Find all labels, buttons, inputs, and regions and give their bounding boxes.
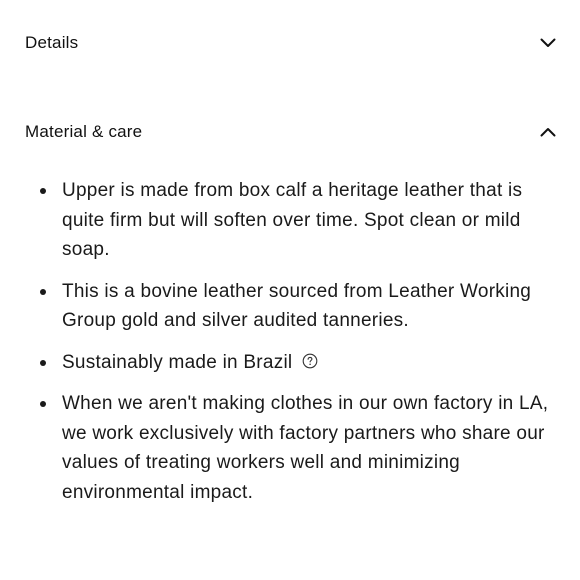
help-circle-icon[interactable] [302, 353, 318, 369]
bullet-icon [40, 359, 46, 366]
list-item-text: This is a bovine leather sourced from Le… [62, 280, 532, 332]
list-item: Upper is made from box calf a heritage l… [0, 176, 580, 265]
bullet-icon [40, 401, 46, 407]
material-care-accordion-header[interactable]: Material & care [25, 116, 557, 148]
bullet-icon [40, 188, 46, 194]
list-item-text: Upper is made from box calf a heritage l… [62, 180, 523, 260]
list-item: This is a bovine leather sourced from Le… [0, 277, 580, 336]
details-accordion-header[interactable]: Details [25, 27, 557, 59]
material-care-content: Upper is made from box calf a heritage l… [0, 176, 580, 507]
bullet-icon [40, 288, 46, 295]
chevron-down-icon[interactable] [539, 34, 557, 52]
list-item: When we aren't making clothes in our own… [0, 389, 580, 507]
material-care-title: Material & care [25, 122, 143, 141]
material-care-list: Upper is made from box calf a heritage l… [0, 176, 580, 507]
list-item-text: Sustainably made in Brazil [62, 351, 293, 373]
details-title: Details [25, 33, 79, 52]
chevron-up-icon[interactable] [539, 123, 557, 141]
list-item-text: When we aren't making clothes in our own… [62, 393, 549, 503]
list-item: Sustainably made in Brazil [0, 348, 580, 378]
